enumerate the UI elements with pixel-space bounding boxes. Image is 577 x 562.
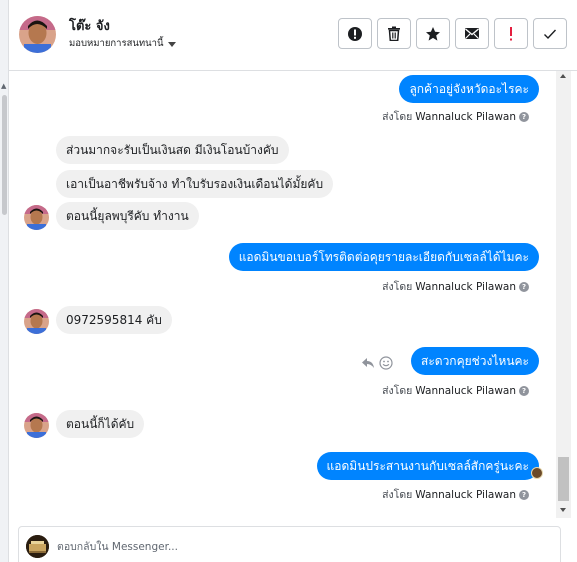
mark-spam-button[interactable]: [338, 18, 372, 49]
scroll-thumb[interactable]: [558, 457, 569, 501]
star-button[interactable]: [416, 18, 450, 49]
assign-label: มอบหมายการสนทนานี้: [69, 38, 164, 49]
conversation-panel: ▲ โต๊ะ จัง มอบหมายการสนทนานี้ ลูกค้าอยู่…: [0, 0, 577, 562]
assign-conversation-dropdown[interactable]: มอบหมายการสนทนานี้: [69, 36, 176, 51]
trash-icon: [388, 26, 400, 41]
delete-button[interactable]: [377, 18, 411, 49]
sender-name[interactable]: Wannaluck Pilawan: [415, 385, 516, 397]
message-thread[interactable]: ลูกค้าอยู่จังหวัดอะไรคะ ส่งโดย Wannaluck…: [9, 71, 568, 518]
info-icon[interactable]: ?: [519, 489, 529, 500]
caret-down-icon: [167, 41, 176, 47]
outgoing-message[interactable]: สะดวกคุยช่วงไหนคะ: [411, 347, 539, 375]
sent-by-line: ส่งโดย Wannaluck Pilawan ?: [382, 486, 529, 503]
contact-name[interactable]: โต๊ะ จัง: [69, 15, 110, 36]
sent-by-line: ส่งโดย Wannaluck Pilawan ?: [382, 278, 529, 295]
sender-name[interactable]: Wannaluck Pilawan: [415, 489, 516, 501]
left-scroll-thumb[interactable]: [2, 95, 7, 215]
sent-by-prefix: ส่งโดย: [382, 385, 413, 397]
conversation-toolbar: [338, 18, 567, 49]
mark-important-button[interactable]: [494, 18, 528, 49]
left-scroll-up-arrow[interactable]: ▲: [1, 82, 6, 90]
sent-by-prefix: ส่งโดย: [382, 281, 413, 293]
incoming-message[interactable]: ส่วนมากจะรับเป็นเงินสด มีเงินโอนบ้างคับ: [56, 136, 289, 164]
sent-by-prefix: ส่งโดย: [382, 489, 413, 501]
contact-avatar-small: [24, 413, 49, 438]
incoming-message[interactable]: ตอนนี้ก็ได้คับ: [56, 410, 145, 438]
exclamation-icon: [510, 26, 512, 40]
conversation-header: โต๊ะ จัง มอบหมายการสนทนานี้: [9, 0, 577, 71]
incoming-message[interactable]: เอาเป็นอาชีพรับจ้าง ทำใบรับรองเงินเดือนไ…: [56, 170, 334, 198]
sent-by-line: ส่งโดย Wannaluck Pilawan ?: [382, 108, 529, 125]
contact-avatar-small: [24, 309, 49, 334]
info-icon[interactable]: ?: [519, 281, 529, 292]
contact-avatar-small: [24, 205, 49, 230]
outgoing-message[interactable]: แอดมินขอเบอร์โทรติดต่อคุยรายละเอียดกับเซ…: [228, 243, 539, 271]
exclamation-circle-icon: [348, 26, 362, 41]
reply-composer: [18, 526, 561, 562]
reply-icon[interactable]: [361, 357, 375, 373]
seen-avatar: [531, 467, 543, 479]
left-scrollbar[interactable]: ▲: [0, 0, 9, 562]
info-icon[interactable]: ?: [519, 111, 529, 122]
page-avatar: [26, 535, 49, 558]
contact-avatar[interactable]: [19, 16, 56, 53]
sent-by-prefix: ส่งโดย: [382, 111, 413, 123]
sender-name[interactable]: Wannaluck Pilawan: [415, 111, 516, 123]
sent-by-line: ส่งโดย Wannaluck Pilawan ?: [382, 382, 529, 399]
star-icon: [426, 26, 440, 41]
mark-unread-button[interactable]: [455, 18, 489, 49]
incoming-message[interactable]: 0972595814 คับ: [56, 306, 172, 334]
outgoing-message[interactable]: ลูกค้าอยู่จังหวัดอะไรคะ: [399, 75, 539, 103]
outgoing-message[interactable]: แอดมินประสานงานกับเซลล์สักครู่นะคะ: [316, 452, 539, 480]
check-icon: [544, 29, 557, 39]
mark-done-button[interactable]: [533, 18, 567, 49]
scroll-down-arrow[interactable]: [560, 508, 566, 512]
thread-scrollbar[interactable]: [556, 71, 571, 518]
info-icon[interactable]: ?: [519, 385, 529, 396]
sender-name[interactable]: Wannaluck Pilawan: [415, 281, 516, 293]
envelope-icon: [465, 28, 479, 39]
incoming-message[interactable]: ตอนนี้ยุลพบุรีคับ ทำงาน: [56, 202, 199, 230]
scroll-up-arrow[interactable]: [560, 74, 566, 78]
smiley-icon[interactable]: [379, 356, 393, 374]
reply-input[interactable]: [57, 537, 537, 557]
